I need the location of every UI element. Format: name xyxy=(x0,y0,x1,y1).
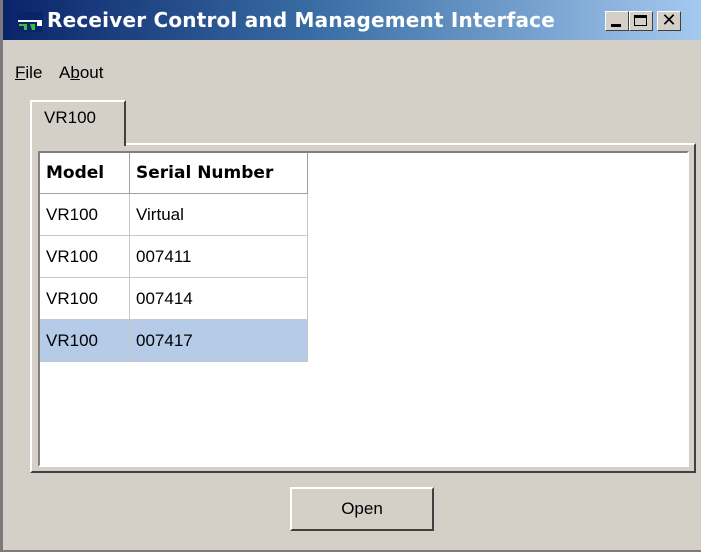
close-button[interactable]: ✕ xyxy=(657,11,681,31)
minimize-button[interactable] xyxy=(605,11,629,31)
menu-file[interactable]: File xyxy=(15,63,42,83)
table-row[interactable]: VR100 007411 xyxy=(40,235,308,278)
table-row[interactable]: VR100 Virtual xyxy=(40,193,308,236)
table-header-row: Model Serial Number xyxy=(40,153,308,194)
cell-model: VR100 xyxy=(40,319,130,362)
cell-model: VR100 xyxy=(40,193,130,236)
table-row[interactable]: VR100 007414 xyxy=(40,277,308,320)
title-bar[interactable]: Receiver Control and Management Interfac… xyxy=(3,0,701,40)
receiver-table: Model Serial Number VR100 Virtual VR100 … xyxy=(40,153,308,362)
window-title: Receiver Control and Management Interfac… xyxy=(47,8,555,32)
application-window: Receiver Control and Management Interfac… xyxy=(0,0,701,552)
receiver-list[interactable]: Model Serial Number VR100 Virtual VR100 … xyxy=(38,151,689,467)
cell-model: VR100 xyxy=(40,235,130,278)
menu-about[interactable]: About xyxy=(59,63,103,83)
cell-serial: 007417 xyxy=(129,319,308,362)
column-header-serial-number[interactable]: Serial Number xyxy=(129,153,308,194)
maximize-icon xyxy=(634,15,647,26)
column-header-model[interactable]: Model xyxy=(40,153,130,194)
table-row-selected[interactable]: VR100 007417 xyxy=(40,319,308,362)
tab-vr100[interactable]: VR100 xyxy=(30,100,126,146)
open-button[interactable]: Open xyxy=(290,487,434,531)
close-icon: ✕ xyxy=(661,10,677,31)
minimize-icon xyxy=(611,24,621,27)
cell-serial: 007414 xyxy=(129,277,308,320)
maximize-button[interactable] xyxy=(629,11,653,31)
app-icon xyxy=(17,12,43,32)
menu-bar xyxy=(3,40,701,70)
cell-serial: Virtual xyxy=(129,193,308,236)
cell-model: VR100 xyxy=(40,277,130,320)
cell-serial: 007411 xyxy=(129,235,308,278)
tab-label: VR100 xyxy=(44,108,96,127)
